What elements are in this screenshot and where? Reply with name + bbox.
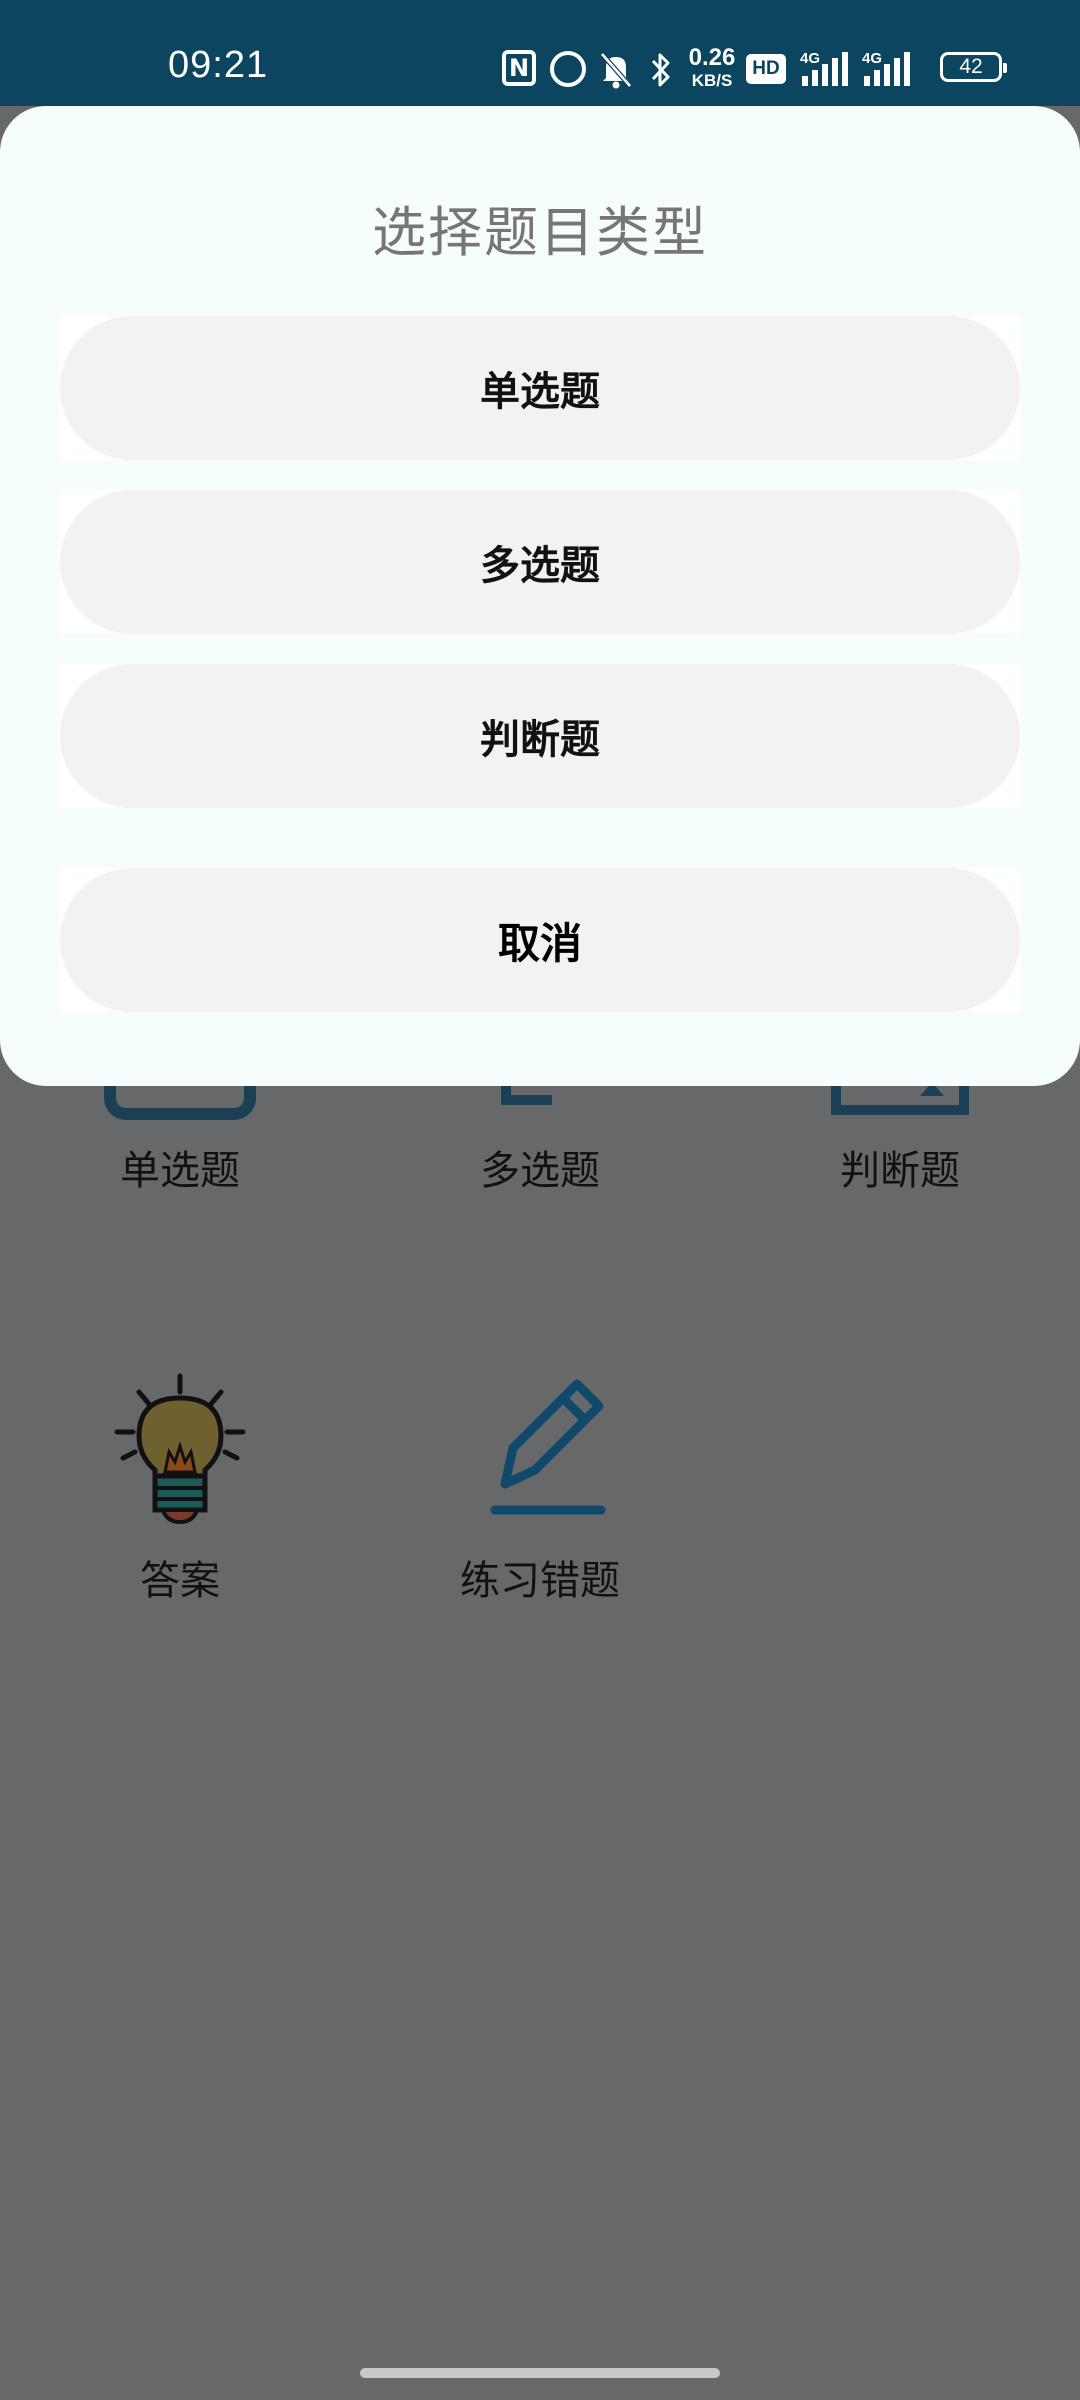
option-judge-container: 判断题 [60,664,1020,808]
grid-item-practice-mistakes[interactable]: 练习错题 [390,1370,690,1606]
cancel-button[interactable]: 取消 [60,868,1020,1012]
grid-item-label: 判断题 [840,1148,960,1194]
signal-icon: 4G [862,50,914,86]
hd-icon: HD [746,54,786,84]
sim1-label: 4G [800,50,821,67]
home-indicator[interactable] [360,2368,720,2378]
grid-item-answer[interactable]: 答案 [30,1370,330,1606]
mute-bell-icon [600,52,632,89]
network-speed: 0.26 KB/S [686,44,738,90]
bluetooth-icon [651,53,670,87]
alarm-icon [550,51,586,87]
screen: 09:21 N 0.26 KB/S HD 4G 4G 42 单选题 多选题 判断… [0,0,1080,2400]
sim2-label: 4G [862,50,883,67]
grid-item-label: 单选题 [120,1148,240,1194]
option-cancel-container: 取消 [60,868,1020,1012]
multi-choice-button[interactable]: 多选题 [60,490,1020,634]
battery-icon: 42 [940,52,1007,82]
lightbulb-icon [114,1373,246,1525]
single-choice-button[interactable]: 单选题 [60,316,1020,460]
network-speed-value: 0.26 [688,44,736,71]
status-bar: 09:21 N 0.26 KB/S HD 4G 4G 42 [0,0,1080,106]
dialog-title: 选择题目类型 [372,201,708,264]
status-time: 09:21 [168,44,269,86]
signal-icon: 4G [800,50,852,86]
nfc-icon: N [502,50,536,86]
pencil-icon [490,1379,606,1515]
judge-button[interactable]: 判断题 [60,664,1020,808]
grid-item-label: 多选题 [480,1148,600,1194]
option-multi-choice-container: 多选题 [60,490,1020,634]
network-speed-unit: KB/S [691,71,733,90]
grid-item-label: 练习错题 [460,1558,620,1604]
grid-item-label: 答案 [140,1558,220,1604]
question-type-dialog: 选择题目类型 单选题 多选题 判断题 取消 [0,106,1080,1086]
option-single-choice-container: 单选题 [60,316,1020,460]
